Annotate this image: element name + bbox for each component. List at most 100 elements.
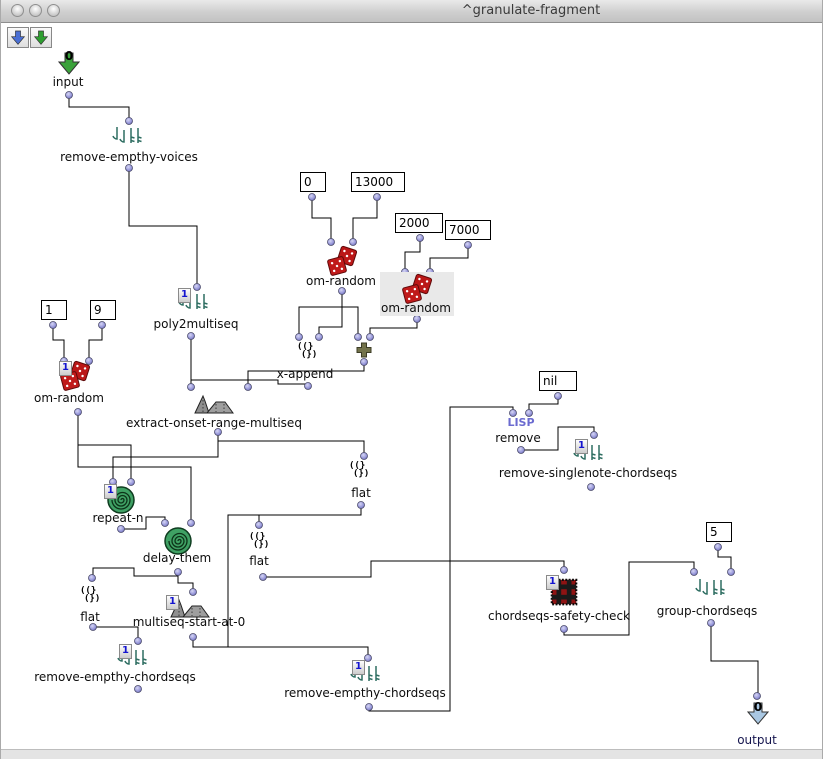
outlet[interactable]	[561, 626, 568, 633]
node-label-output[interactable]: output	[737, 733, 777, 747]
node-label-remove[interactable]: remove	[495, 431, 541, 445]
inlet[interactable]	[89, 575, 96, 582]
node-label-remove-empthy-chordseqs[interactable]: remove-empthy-chordseqs	[34, 670, 196, 684]
inlet[interactable]	[135, 638, 142, 645]
list-icon[interactable]: ((} (})	[249, 533, 269, 549]
node-label-x-append[interactable]: x-append	[277, 367, 334, 381]
constant-box[interactable]: 13000	[351, 172, 405, 192]
outlet[interactable]	[414, 316, 421, 323]
outlet[interactable]	[66, 92, 73, 99]
constant-box[interactable]: 1	[41, 300, 67, 320]
inlet[interactable]	[361, 453, 368, 460]
node-label-flat[interactable]: flat	[80, 610, 100, 624]
window-bottom-edge	[1, 749, 823, 759]
eval-once-badge[interactable]: 1	[352, 660, 365, 675]
outlet[interactable]	[135, 686, 142, 693]
node-label-multiseq-start-at-0[interactable]: multiseq-start-at-0	[133, 615, 246, 629]
eval-once-badge[interactable]: 1	[104, 484, 117, 499]
inlet[interactable]	[754, 693, 761, 700]
plus-icon[interactable]	[355, 341, 373, 359]
outlet[interactable]	[588, 484, 595, 491]
outlet[interactable]	[90, 624, 97, 631]
eval-once-badge[interactable]: 1	[178, 288, 191, 303]
zoom-button[interactable]	[47, 4, 60, 17]
node-label-delay-them[interactable]: delay-them	[143, 551, 211, 565]
node-label-flat[interactable]: flat	[249, 554, 269, 568]
inlet[interactable]	[367, 334, 374, 341]
constant-box[interactable]: 0	[300, 172, 326, 192]
notes-icon[interactable]	[695, 576, 729, 602]
outlet[interactable]	[339, 288, 346, 295]
list-icon[interactable]: ((} (})	[349, 462, 369, 478]
outlet[interactable]	[175, 569, 182, 576]
outlet[interactable]	[305, 383, 312, 390]
constant-box[interactable]: nil	[539, 371, 577, 391]
outlet[interactable]	[99, 322, 106, 329]
minimize-button[interactable]	[29, 4, 42, 17]
node-label-remove-singlenote-chordseqs[interactable]: remove-singlenote-chordseqs	[499, 466, 677, 480]
node-label-extract-onset-range-multiseq[interactable]: extract-onset-range-multiseq	[126, 416, 302, 430]
inlet[interactable]	[316, 334, 323, 341]
notes-icon[interactable]	[112, 124, 146, 150]
inlet[interactable]	[296, 334, 303, 341]
node-label-om-random[interactable]: om-random	[34, 391, 104, 405]
eval-once-badge[interactable]: 1	[166, 595, 179, 610]
outlet[interactable]	[118, 526, 125, 533]
eval-once-badge[interactable]: 1	[546, 575, 559, 590]
node-label-repeat-n[interactable]: repeat-n	[92, 511, 143, 525]
outlet[interactable]	[358, 502, 365, 509]
lisp-icon[interactable]: LISP	[507, 416, 534, 429]
outlet[interactable]	[260, 574, 267, 581]
outlet[interactable]	[555, 393, 562, 400]
inlet[interactable]	[190, 589, 197, 596]
node-label-om-random[interactable]: om-random	[306, 274, 376, 288]
outlet[interactable]	[75, 409, 82, 416]
close-button[interactable]	[11, 4, 24, 17]
inlet[interactable]	[245, 384, 252, 391]
eval-once-badge[interactable]: 1	[575, 439, 588, 454]
constant-box[interactable]: 9	[90, 300, 116, 320]
outlet[interactable]	[366, 704, 373, 711]
list-icon[interactable]: ((} (})	[80, 587, 100, 603]
outlet[interactable]	[190, 634, 197, 641]
outlet[interactable]	[361, 359, 368, 366]
inlet[interactable]	[561, 567, 568, 574]
eval-once-badge[interactable]: 1	[59, 361, 72, 376]
outlet[interactable]	[309, 194, 316, 201]
node-label-remove-empthy-chordseqs[interactable]: remove-empthy-chordseqs	[284, 686, 446, 700]
node-label-input[interactable]: input	[53, 75, 84, 89]
node-label-poly2multiseq[interactable]: poly2multiseq	[154, 317, 239, 331]
outlet[interactable]	[465, 242, 472, 249]
inlet[interactable]	[188, 384, 195, 391]
outlet[interactable]	[715, 544, 722, 551]
inlet[interactable]	[355, 334, 362, 341]
mountain-icon[interactable]	[192, 392, 236, 416]
node-label-group-chordseqs[interactable]: group-chordseqs	[657, 604, 758, 618]
dice-icon[interactable]	[325, 245, 359, 277]
outlet[interactable]	[708, 620, 715, 627]
constant-box[interactable]: 7000	[445, 220, 491, 240]
inlet[interactable]	[256, 522, 263, 529]
constant-value: 13000	[355, 175, 393, 189]
node-label-chordseqs-safety-check[interactable]: chordseqs-safety-check	[488, 609, 630, 623]
outlet[interactable]	[188, 333, 195, 340]
outlet[interactable]	[374, 194, 381, 201]
node-label-om-random[interactable]: om-random	[381, 301, 451, 315]
eval-once-badge[interactable]: 1	[119, 644, 132, 659]
inlet[interactable]	[691, 569, 698, 576]
outlet[interactable]	[417, 235, 424, 242]
inlet[interactable]	[365, 655, 372, 662]
node-label-remove-empthy-voices[interactable]: remove-empthy-voices	[60, 150, 198, 164]
toolbar-blue-arrow-button[interactable]	[7, 27, 29, 48]
node-label-flat[interactable]: flat	[351, 486, 371, 500]
constant-value: 5	[710, 525, 718, 539]
toolbar-green-arrow-button[interactable]	[30, 27, 52, 48]
constant-box[interactable]: 5	[706, 522, 732, 542]
inlet[interactable]	[591, 432, 598, 439]
outlet[interactable]	[518, 447, 525, 454]
constant-box[interactable]: 2000	[395, 213, 443, 233]
inlet[interactable]	[728, 569, 735, 576]
list-icon[interactable]: ((} (})	[297, 343, 317, 359]
outlet[interactable]	[50, 322, 57, 329]
outlet[interactable]	[126, 165, 133, 172]
